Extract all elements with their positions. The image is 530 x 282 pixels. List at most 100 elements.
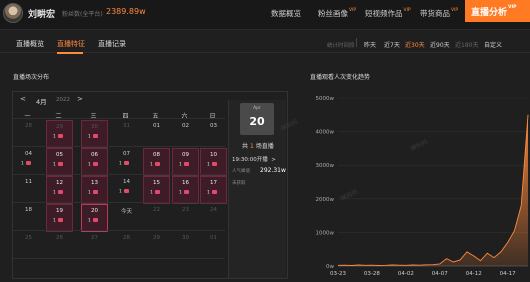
avatar[interactable] <box>3 3 23 23</box>
x-tick-label: 03-23 <box>330 271 346 277</box>
count-value: 1 <box>249 143 254 150</box>
prev-month-button[interactable]: < <box>20 95 26 103</box>
calendar-day[interactable]: 28 <box>15 120 42 148</box>
calendar-day[interactable]: 24 <box>200 204 227 232</box>
filter-90d[interactable]: 近90天 <box>430 40 450 49</box>
live-count-badge: 1 <box>53 134 63 140</box>
badge-count: 1 <box>88 134 91 140</box>
live-icon <box>92 218 98 222</box>
calendar-day[interactable]: 11 <box>15 176 42 204</box>
day-number: 09 <box>182 152 189 158</box>
calendar-day[interactable]: 10 1 <box>200 148 227 176</box>
day-number: 29 <box>153 235 160 241</box>
y-tick-label: 3000w <box>316 163 335 169</box>
day-number: 13 <box>91 180 98 186</box>
day-number: 07 <box>123 151 130 157</box>
calendar-day[interactable]: 09 1 <box>172 148 199 176</box>
nav-products[interactable]: 带货商品VIP <box>420 8 458 19</box>
nav-live-analysis[interactable]: 直播分析VIP <box>465 0 530 22</box>
filter-yesterday[interactable]: 昨天 <box>364 40 376 49</box>
calendar-day[interactable]: 15 1 <box>143 176 170 204</box>
calendar-day[interactable]: 05 1 <box>46 148 73 176</box>
badge-count: 1 <box>150 190 153 196</box>
day-number: 23 <box>182 207 189 213</box>
calendar-day[interactable]: 29 1 <box>46 120 73 148</box>
views-trend-chart: 0w 1000w 2000w 3000w 4000w 5000w 03-23 03-28 04-… <box>316 96 529 277</box>
day-number: 28 <box>123 235 130 241</box>
calendar-day[interactable]: 29 <box>143 232 170 260</box>
selected-day: 20 <box>249 115 265 128</box>
live-icon <box>57 134 63 138</box>
chevron-right-icon: > <box>271 157 276 163</box>
calendar-day[interactable]: 27 <box>81 232 108 260</box>
calendar-day[interactable]: 25 <box>15 232 42 260</box>
day-number: 19 <box>56 208 63 214</box>
filter-custom[interactable]: 自定义 <box>484 40 502 49</box>
calendar-day[interactable]: 20 1 <box>81 204 108 232</box>
day-number: 16 <box>182 180 189 186</box>
live-count-badge: 1 <box>88 162 98 168</box>
calendar-day[interactable]: 14 1 <box>113 176 140 204</box>
nav-data-overview[interactable]: 数据概览 <box>271 8 301 19</box>
live-icon <box>211 190 217 194</box>
calendar-day[interactable]: 28 <box>113 232 140 260</box>
live-icon <box>57 218 63 222</box>
calendar-day[interactable]: 01 <box>200 232 227 260</box>
username: 刘畊宏 <box>28 10 56 20</box>
calendar-day[interactable]: 06 1 <box>81 148 108 176</box>
calendar-day[interactable]: 26 <box>46 232 73 260</box>
badge-count: 1 <box>21 161 24 167</box>
tab-live-overview[interactable]: 直播概览 <box>16 39 44 49</box>
live-count: 共 1 场直播 <box>242 141 274 150</box>
calendar-day[interactable]: 30 <box>172 232 199 260</box>
calendar-day[interactable]: 19 1 <box>46 204 73 232</box>
calendar-day[interactable]: 30 1 <box>81 120 108 148</box>
badge-count: 1 <box>150 162 153 168</box>
y-tick-label: 0w <box>326 264 334 270</box>
live-icon <box>92 190 98 194</box>
day-number: 17 <box>210 180 217 186</box>
x-tick-label: 04-12 <box>466 271 482 277</box>
calendar-day[interactable]: 04 1 <box>15 148 42 176</box>
badge-count: 1 <box>88 190 91 196</box>
active-tab-underline <box>57 52 83 54</box>
day-number: 12 <box>56 180 63 186</box>
calendar-day[interactable]: 今天 <box>113 204 140 232</box>
next-month-button[interactable]: > <box>77 95 83 103</box>
nav-label: 带货商品 <box>420 9 450 18</box>
calendar-day[interactable]: 16 1 <box>172 176 199 204</box>
calendar-day[interactable]: 01 <box>143 120 170 148</box>
nav-short-video[interactable]: 短视频作品VIP <box>365 8 411 19</box>
vip-badge: VIP <box>451 8 459 13</box>
tab-live-features[interactable]: 直播特征 <box>57 39 85 49</box>
tab-live-records[interactable]: 直播记录 <box>98 39 126 49</box>
y-tick-label: 1000w <box>316 230 335 236</box>
calendar-day[interactable]: 31 <box>113 120 140 148</box>
filter-180d[interactable]: 近180天 <box>455 40 478 49</box>
day-number: 27 <box>91 235 98 241</box>
calendar-day[interactable]: 23 <box>172 204 199 232</box>
live-icon <box>57 190 63 194</box>
live-count-badge: 1 <box>88 218 98 224</box>
calendar-day[interactable]: 18 <box>15 204 42 232</box>
x-tick-label: 03-28 <box>364 271 380 277</box>
live-count-badge: 1 <box>119 161 129 167</box>
day-number: 26 <box>56 235 63 241</box>
live-count-badge: 1 <box>88 134 98 140</box>
filter-30d[interactable]: 近30天 <box>405 40 425 49</box>
calendar-day[interactable]: 02 <box>172 120 199 148</box>
nav-fan-profile[interactable]: 粉丝画像VIP <box>318 8 356 19</box>
calendar-day[interactable]: 12 1 <box>46 176 73 204</box>
calendar-day[interactable]: 22 <box>143 204 170 232</box>
grid-line <box>13 174 225 175</box>
grid-line <box>13 258 225 259</box>
live-start-time[interactable]: 19:30:00开播 > <box>232 155 276 163</box>
calendar-day[interactable]: 13 1 <box>81 176 108 204</box>
filter-7d[interactable]: 近7天 <box>384 40 400 49</box>
calendar-day[interactable]: 03 <box>200 120 227 148</box>
peak-label: 人气峰值 <box>232 169 250 174</box>
calendar-day[interactable]: 17 1 <box>200 176 227 204</box>
calendar-day[interactable]: 07 1 <box>113 148 140 176</box>
calendar-day[interactable]: 08 1 <box>143 148 170 176</box>
day-number: 18 <box>25 207 32 213</box>
